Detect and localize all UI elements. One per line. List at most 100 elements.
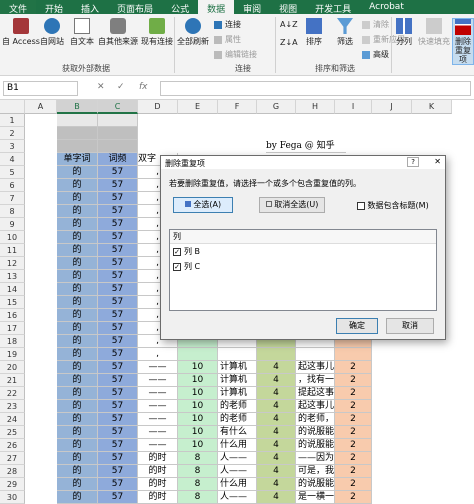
row-header-7[interactable]: 7 xyxy=(0,192,25,205)
cell-h29[interactable]: 的说服能 xyxy=(296,478,335,491)
cell-c5[interactable]: 57 xyxy=(98,166,138,179)
cell-b2[interactable] xyxy=(57,127,98,140)
cell-b20[interactable]: 的 xyxy=(57,361,98,374)
cell-c6[interactable]: 57 xyxy=(98,179,138,192)
cell-c17[interactable]: 57 xyxy=(98,322,138,335)
from-access-button[interactable]: 自 Access xyxy=(2,18,40,47)
cell-g25[interactable]: 4 xyxy=(257,426,296,439)
row-header-4[interactable]: 4 xyxy=(0,153,25,166)
cell-b21[interactable]: 的 xyxy=(57,374,98,387)
row-header-5[interactable]: 5 xyxy=(0,166,25,179)
row-header-8[interactable]: 8 xyxy=(0,205,25,218)
cell-b4[interactable]: 单字词 xyxy=(57,153,98,166)
cell-c16[interactable]: 57 xyxy=(98,309,138,322)
cell-e24[interactable]: 10 xyxy=(178,413,218,426)
cell-b24[interactable]: 的 xyxy=(57,413,98,426)
cell-c27[interactable]: 57 xyxy=(98,452,138,465)
cell-e26[interactable]: 10 xyxy=(178,439,218,452)
cell-c7[interactable]: 57 xyxy=(98,192,138,205)
cell-b18[interactable]: 的 xyxy=(57,335,98,348)
cell-h27[interactable]: ——因为 xyxy=(296,452,335,465)
tab-1[interactable]: 开始 xyxy=(36,0,72,15)
row-header-24[interactable]: 24 xyxy=(0,413,25,426)
row-header-16[interactable]: 16 xyxy=(0,309,25,322)
sort-descending-button[interactable]: Z↓A xyxy=(280,38,298,47)
row-header-20[interactable]: 20 xyxy=(0,361,25,374)
connections-button[interactable]: 连接 xyxy=(214,19,241,30)
cell-f23[interactable]: 的老师 xyxy=(218,400,257,413)
cell-d19[interactable]: , xyxy=(138,348,178,361)
cell-h21[interactable]: ，找有一 xyxy=(296,374,335,387)
cell-h25[interactable]: 的说服能 xyxy=(296,426,335,439)
cell-f21[interactable]: 计算机 xyxy=(218,374,257,387)
cell-c25[interactable]: 57 xyxy=(98,426,138,439)
cell-f24[interactable]: 的老师 xyxy=(218,413,257,426)
cell-b10[interactable]: 的 xyxy=(57,231,98,244)
row-header-2[interactable]: 2 xyxy=(0,127,25,140)
cell-d30[interactable]: 的时 xyxy=(138,491,178,504)
cell-f30[interactable]: 人—— xyxy=(218,491,257,504)
cell-c2[interactable] xyxy=(98,127,138,140)
cell-d20[interactable]: —— xyxy=(138,361,178,374)
cell-c3[interactable] xyxy=(98,140,138,153)
cell-h20[interactable]: 起这事儿 xyxy=(296,361,335,374)
cell-h30[interactable]: 是一横一 xyxy=(296,491,335,504)
cell-b23[interactable]: 的 xyxy=(57,400,98,413)
existing-connections-button[interactable]: 现有连接 xyxy=(141,18,173,47)
cell-g27[interactable]: 4 xyxy=(257,452,296,465)
column-header-b[interactable]: B xyxy=(57,100,98,114)
cell-b7[interactable]: 的 xyxy=(57,192,98,205)
cell-c29[interactable]: 57 xyxy=(98,478,138,491)
cell-c20[interactable]: 57 xyxy=(98,361,138,374)
cell-c28[interactable]: 57 xyxy=(98,465,138,478)
cancel-button[interactable]: 取消 xyxy=(386,318,434,334)
cell-c13[interactable]: 57 xyxy=(98,270,138,283)
cell-i28[interactable]: 2 xyxy=(335,465,372,478)
close-button[interactable]: ✕ xyxy=(434,157,441,166)
cell-e29[interactable]: 8 xyxy=(178,478,218,491)
cell-b12[interactable]: 的 xyxy=(57,257,98,270)
cell-g20[interactable]: 4 xyxy=(257,361,296,374)
tab-5[interactable]: 数据 xyxy=(198,0,235,15)
function-icon[interactable]: fx xyxy=(139,82,148,92)
column-header-a[interactable]: A xyxy=(25,100,57,114)
cell-b13[interactable]: 的 xyxy=(57,270,98,283)
cell-e27[interactable]: 8 xyxy=(178,452,218,465)
cell-g24[interactable]: 4 xyxy=(257,413,296,426)
cell-h28[interactable]: 可是，我 xyxy=(296,465,335,478)
remove-duplicates-button[interactable]: 删除 重复项 xyxy=(452,18,474,65)
cell-i19[interactable] xyxy=(335,348,372,361)
sort-ascending-button[interactable]: A↓Z xyxy=(280,20,298,29)
row-header-10[interactable]: 10 xyxy=(0,231,25,244)
cell-i26[interactable]: 2 xyxy=(335,439,372,452)
cell-g30[interactable]: 4 xyxy=(257,491,296,504)
row-header-27[interactable]: 27 xyxy=(0,452,25,465)
row-header-1[interactable]: 1 xyxy=(0,114,25,127)
cell-g26[interactable]: 4 xyxy=(257,439,296,452)
cell-c15[interactable]: 57 xyxy=(98,296,138,309)
cell-e21[interactable]: 10 xyxy=(178,374,218,387)
from-other-sources-button[interactable]: 自其他来源 xyxy=(98,18,138,47)
row-header-25[interactable]: 25 xyxy=(0,426,25,439)
cell-d22[interactable]: —— xyxy=(138,387,178,400)
row-header-26[interactable]: 26 xyxy=(0,439,25,452)
has-headers-checkbox[interactable]: 数据包含标题(M) xyxy=(357,200,429,211)
cell-g22[interactable]: 4 xyxy=(257,387,296,400)
refresh-all-button[interactable]: 全部刷新 xyxy=(177,18,209,47)
cell-e19[interactable] xyxy=(178,348,218,361)
cell-b3[interactable] xyxy=(57,140,98,153)
cell-d21[interactable]: —— xyxy=(138,374,178,387)
cell-c1[interactable] xyxy=(98,114,138,127)
cell-b28[interactable]: 的 xyxy=(57,465,98,478)
cell-d26[interactable]: —— xyxy=(138,439,178,452)
tab-6[interactable]: 审阅 xyxy=(234,0,270,15)
cell-d28[interactable]: 的时 xyxy=(138,465,178,478)
row-header-15[interactable]: 15 xyxy=(0,296,25,309)
cell-h23[interactable]: 起这事儿 xyxy=(296,400,335,413)
row-header-13[interactable]: 13 xyxy=(0,270,25,283)
cell-e25[interactable]: 10 xyxy=(178,426,218,439)
enter-icon[interactable]: ✓ xyxy=(117,82,125,92)
row-header-12[interactable]: 12 xyxy=(0,257,25,270)
cell-f26[interactable]: 什么用 xyxy=(218,439,257,452)
column-option-1[interactable]: ✓ 列 C xyxy=(170,259,436,274)
